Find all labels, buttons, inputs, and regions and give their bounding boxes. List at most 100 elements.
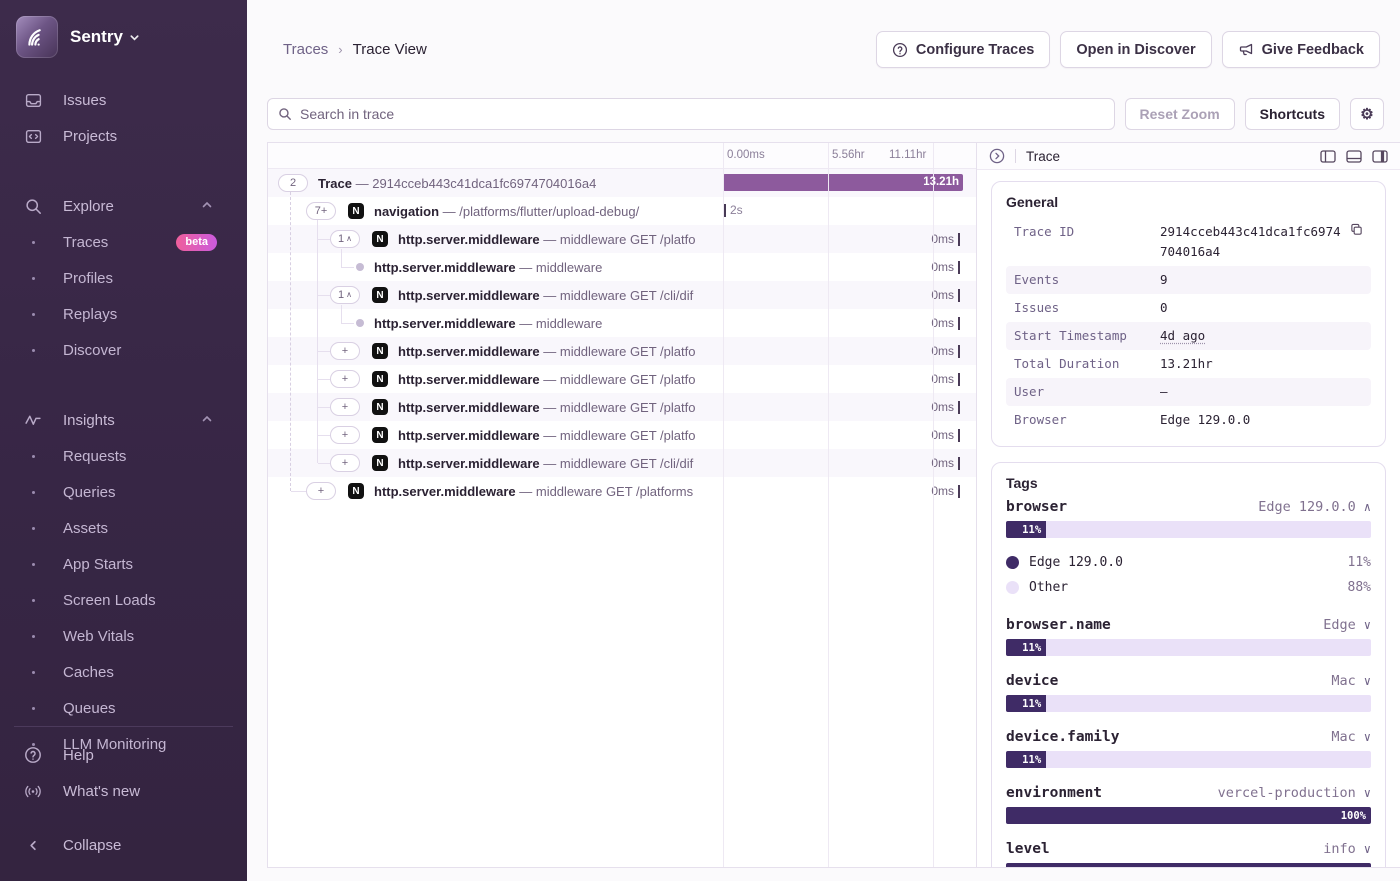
sidebar-item-screen-loads[interactable]: Screen Loads <box>0 586 247 614</box>
span-bar[interactable] <box>958 373 960 386</box>
tag-distribution-bar[interactable]: 11% <box>1006 695 1371 712</box>
expand-toggle[interactable]: + <box>330 454 360 472</box>
expand-toggle[interactable]: + <box>330 370 360 388</box>
tag-toggle[interactable]: device Mac ∨ <box>1006 673 1371 689</box>
tab-trace[interactable]: Trace <box>1026 149 1060 164</box>
sidebar-item-caches[interactable]: Caches <box>0 658 247 686</box>
give-feedback-button[interactable]: Give Feedback <box>1222 31 1380 68</box>
sidebar-item-assets[interactable]: Assets <box>0 514 247 542</box>
tag-distribution-bar[interactable]: 11% <box>1006 751 1371 768</box>
trace-tree-row[interactable]: 1∧Nhttp.server.middleware — middleware G… <box>268 281 976 309</box>
breadcrumb-traces[interactable]: Traces <box>283 41 328 58</box>
reset-zoom-button[interactable]: Reset Zoom <box>1125 98 1235 130</box>
timeline-cell[interactable]: 0ms <box>723 225 976 253</box>
timeline-cell[interactable]: 0ms <box>723 393 976 421</box>
tag-legend-row[interactable]: Other 88% <box>1006 575 1371 600</box>
timeline-cell[interactable]: 13.21h <box>723 169 976 197</box>
expand-toggle[interactable]: 1∧ <box>330 230 360 248</box>
layout-bottom-icon[interactable] <box>1346 150 1362 163</box>
tag-entry-device.family: device.family Mac ∨ 11% <box>1006 729 1371 768</box>
span-bar[interactable] <box>958 261 960 274</box>
expand-toggle[interactable]: + <box>330 398 360 416</box>
timeline-cell[interactable]: 0ms <box>723 253 976 281</box>
layout-right-icon[interactable] <box>1372 150 1388 163</box>
trace-tree-row[interactable]: http.server.middleware — middleware0ms <box>268 309 976 337</box>
sidebar-item-replays[interactable]: Replays <box>0 300 247 328</box>
shortcuts-button[interactable]: Shortcuts <box>1245 98 1340 130</box>
trace-tree-row[interactable]: 2Trace — 2914cceb443c41dca1fc6974704016a… <box>268 169 976 197</box>
sidebar-item-what-s-new[interactable]: What's new <box>0 777 247 805</box>
sidebar-item-app-starts[interactable]: App Starts <box>0 550 247 578</box>
trace-tree-row[interactable]: +Nhttp.server.middleware — middleware GE… <box>268 477 976 505</box>
sidebar-item-help[interactable]: Help <box>0 741 247 769</box>
search-icon <box>24 198 42 215</box>
layout-left-icon[interactable] <box>1320 150 1336 163</box>
tag-toggle[interactable]: browser Edge 129.0.0 ∧ <box>1006 499 1371 515</box>
tag-distribution-bar[interactable]: 100% <box>1006 807 1371 824</box>
chevron-down-icon: ∨ <box>1364 842 1371 856</box>
timeline-cell[interactable]: 2s <box>723 197 976 225</box>
timeline-cell[interactable]: 0ms <box>723 449 976 477</box>
trace-tree-row[interactable]: 1∧Nhttp.server.middleware — middleware G… <box>268 225 976 253</box>
timeline-cell[interactable]: 0ms <box>723 477 976 505</box>
span-bar[interactable] <box>958 429 960 442</box>
sidebar-item-traces[interactable]: Traces beta <box>0 228 247 256</box>
trace-duration-bar[interactable]: 13.21h <box>723 174 963 191</box>
expand-panel-icon[interactable] <box>989 148 1005 164</box>
expand-toggle[interactable]: 2 <box>278 174 308 192</box>
expand-toggle[interactable]: + <box>330 426 360 444</box>
tag-toggle[interactable]: browser.name Edge ∨ <box>1006 617 1371 633</box>
expand-toggle[interactable]: + <box>330 342 360 360</box>
timeline-cell[interactable]: 0ms <box>723 281 976 309</box>
sidebar-item-discover[interactable]: Discover <box>0 336 247 364</box>
sidebar-section-explore[interactable]: Explore <box>0 192 247 220</box>
timeline-cell[interactable]: 0ms <box>723 421 976 449</box>
trace-tree-row[interactable]: +Nhttp.server.middleware — middleware GE… <box>268 393 976 421</box>
timeline-cell[interactable]: 0ms <box>723 365 976 393</box>
sidebar-section-insights[interactable]: Insights <box>0 406 247 434</box>
copy-icon[interactable] <box>1350 222 1363 262</box>
sidebar-collapse-button[interactable]: Collapse <box>0 831 247 859</box>
span-bar[interactable] <box>958 401 960 414</box>
trace-tree-row[interactable]: +Nhttp.server.middleware — middleware GE… <box>268 337 976 365</box>
bullet-icon <box>24 490 42 494</box>
span-bar[interactable] <box>958 457 960 470</box>
tag-distribution-bar[interactable]: 11% <box>1006 521 1371 538</box>
sidebar-item-queries[interactable]: Queries <box>0 478 247 506</box>
tag-distribution-bar[interactable] <box>1006 863 1371 867</box>
tag-toggle[interactable]: level info ∨ <box>1006 841 1371 857</box>
search-input[interactable] <box>300 106 1104 122</box>
trace-settings-button[interactable]: ⚙ <box>1350 98 1384 130</box>
span-bar[interactable] <box>958 345 960 358</box>
tag-distribution-bar[interactable]: 11% <box>1006 639 1371 656</box>
sidebar-item-web-vitals[interactable]: Web Vitals <box>0 622 247 650</box>
trace-tree-row[interactable]: +Nhttp.server.middleware — middleware GE… <box>268 449 976 477</box>
expand-toggle[interactable]: 1∧ <box>330 286 360 304</box>
search-icon <box>278 107 292 121</box>
open-in-discover-button[interactable]: Open in Discover <box>1060 31 1211 68</box>
tag-toggle[interactable]: environment vercel-production ∨ <box>1006 785 1371 801</box>
span-bar[interactable] <box>958 317 960 330</box>
span-bar[interactable] <box>958 289 960 302</box>
timeline-cell[interactable]: 0ms <box>723 337 976 365</box>
tag-toggle[interactable]: device.family Mac ∨ <box>1006 729 1371 745</box>
trace-tree-row[interactable]: +Nhttp.server.middleware — middleware GE… <box>268 365 976 393</box>
span-bar[interactable] <box>958 485 960 498</box>
trace-tree-row[interactable]: 7+Nnavigation — /platforms/flutter/uploa… <box>268 197 976 225</box>
configure-traces-button[interactable]: Configure Traces <box>876 31 1050 68</box>
expand-toggle[interactable]: + <box>306 482 336 500</box>
sidebar-item-requests[interactable]: Requests <box>0 442 247 470</box>
tag-legend-row[interactable]: Edge 129.0.0 11% <box>1006 550 1371 575</box>
trace-tree-row[interactable]: http.server.middleware — middleware0ms <box>268 253 976 281</box>
span-op: navigation <box>374 204 439 219</box>
timeline-cell[interactable]: 0ms <box>723 309 976 337</box>
span-bar[interactable] <box>958 233 960 246</box>
expand-toggle[interactable]: 7+ <box>306 202 336 220</box>
sidebar-item-queues[interactable]: Queues <box>0 694 247 722</box>
sidebar-item-issues[interactable]: Issues <box>0 86 247 114</box>
trace-tree-row[interactable]: +Nhttp.server.middleware — middleware GE… <box>268 421 976 449</box>
sidebar-item-projects[interactable]: Projects <box>0 122 247 150</box>
span-bar[interactable] <box>724 204 726 217</box>
sidebar-item-profiles[interactable]: Profiles <box>0 264 247 292</box>
org-switcher[interactable]: Sentry <box>0 0 247 58</box>
